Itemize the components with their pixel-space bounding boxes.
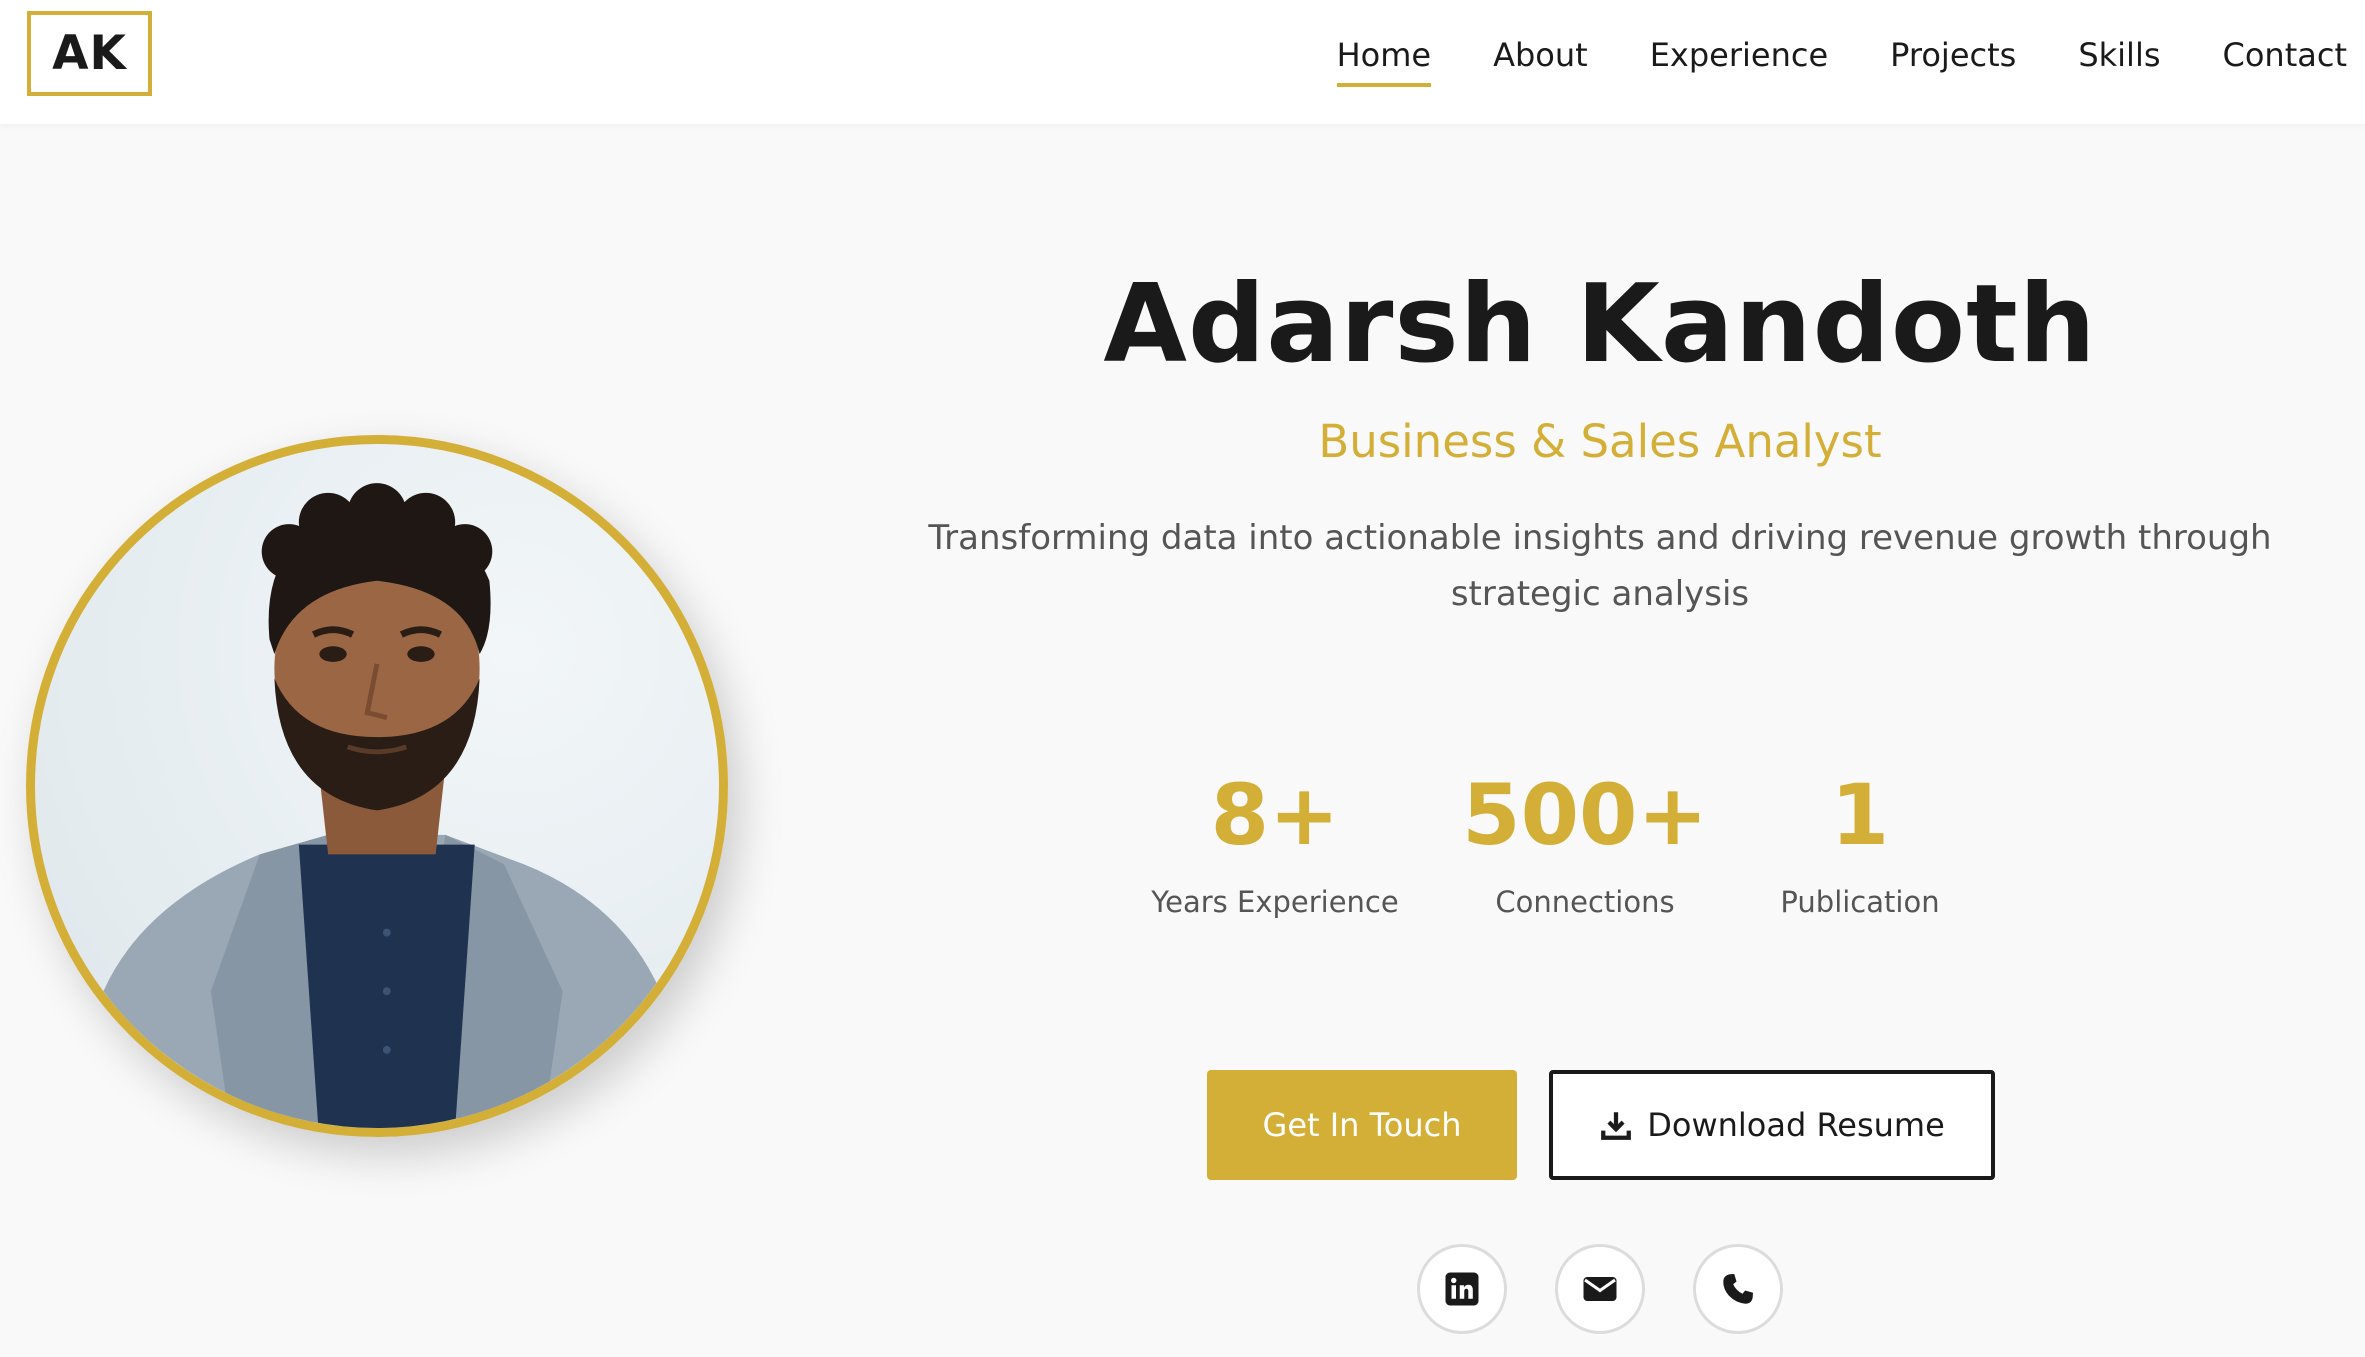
nav-item-home[interactable]: Home (1336, 36, 1431, 87)
profile-photo (26, 435, 728, 1137)
nav-item-contact[interactable]: Contact (2223, 36, 2348, 74)
nav-item-about[interactable]: About (1493, 36, 1588, 74)
main-nav: Home About Experience Projects Skills Co… (1336, 0, 2365, 110)
profile-portrait-illustration (74, 483, 710, 1128)
hero-role: Business & Sales Analyst (1318, 415, 1882, 468)
get-in-touch-label: Get In Touch (1262, 1106, 1462, 1144)
stat-label: Publication (1780, 885, 1940, 919)
nav-item-experience[interactable]: Experience (1650, 36, 1828, 74)
linkedin-button[interactable] (1417, 1244, 1507, 1334)
hero-tagline: Transforming data into actionable insigh… (928, 518, 2272, 614)
site-header: AK Home About Experience Projects Skills… (0, 0, 2365, 124)
stat-value: 500+ (1462, 766, 1708, 864)
get-in-touch-button[interactable]: Get In Touch (1207, 1070, 1517, 1180)
stat-label: Connections (1495, 885, 1675, 919)
email-icon (1583, 1277, 1617, 1301)
download-icon (1601, 1112, 1632, 1140)
nav-item-projects[interactable]: Projects (1890, 36, 2016, 74)
nav-item-skills[interactable]: Skills (2078, 36, 2160, 74)
stat-publication: 1 Publication (1720, 765, 2000, 919)
stat-value: 1 (1830, 766, 1890, 864)
stat-label: Years Experience (1151, 885, 1399, 919)
phone-button[interactable] (1693, 1244, 1783, 1334)
email-button[interactable] (1555, 1244, 1645, 1334)
phone-icon (1723, 1274, 1753, 1304)
stat-connections: 500+ Connections (1450, 765, 1720, 919)
linkedin-icon (1445, 1272, 1479, 1306)
hero-section: Adarsh Kandoth Business & Sales Analyst … (860, 250, 2340, 622)
stat-value: 8+ (1210, 766, 1340, 864)
stat-years-experience: 8+ Years Experience (1100, 765, 1450, 919)
stats-row: 8+ Years Experience 500+ Connections 1 P… (1150, 765, 2000, 919)
download-resume-label: Download Resume (1647, 1106, 1945, 1144)
hero-name: Adarsh Kandoth (1103, 262, 2097, 387)
download-resume-button[interactable]: Download Resume (1549, 1070, 1995, 1180)
logo[interactable]: AK (27, 11, 152, 96)
